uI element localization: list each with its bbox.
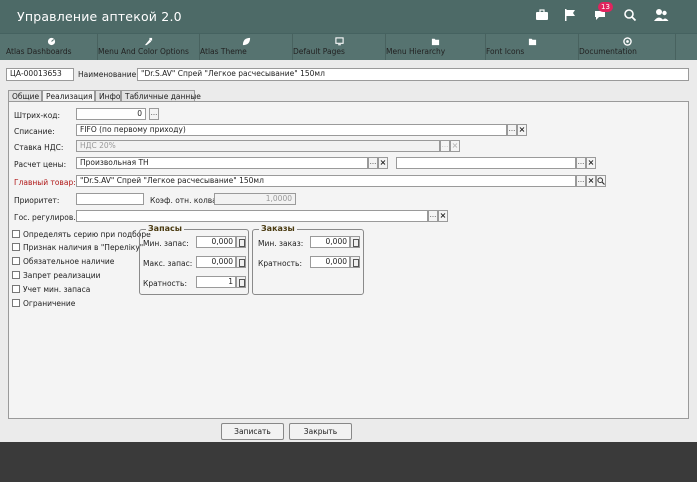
calculator-icon[interactable] (236, 276, 246, 288)
vat-field: НДС 20% (76, 140, 440, 152)
name-label: Наименование: (78, 70, 139, 79)
stocks-max-field[interactable]: 0,000 (196, 256, 236, 268)
orders-mult-label: Кратность: (258, 259, 302, 268)
top-bar: Управление аптекой 2.0 13 (0, 0, 697, 33)
checkbox-label: Определять серию при подборе (23, 230, 151, 239)
main-product-field[interactable]: "Dr.S.AV" Спрей "Легкое расчесывание" 15… (76, 175, 576, 187)
vat-select-button: ... (440, 140, 450, 152)
brush-icon (144, 37, 153, 46)
coef-label: Коэф. отн. колва (150, 196, 217, 205)
checkbox-label: Ограничение (23, 299, 76, 308)
code-field[interactable]: ЦА-00013653 (6, 68, 74, 81)
calculator-icon[interactable] (236, 256, 246, 268)
main-product-label: Главный товар: (14, 178, 76, 187)
barcode-field[interactable]: 0 (76, 108, 146, 120)
checkbox-restriction[interactable] (12, 299, 20, 307)
footer-bar (0, 442, 697, 482)
name-field[interactable]: "Dr.S.AV" Спрей "Легкое расчесывание" 15… (137, 68, 689, 81)
price-field-2[interactable] (396, 157, 576, 169)
menu-atlas-dashboards[interactable]: Atlas Dashboards (6, 34, 98, 61)
checkbox-detect-series[interactable] (12, 230, 20, 238)
menu-color-options[interactable]: Menu And Color Options (98, 34, 200, 61)
orders-min-field[interactable]: 0,000 (310, 236, 350, 248)
dashboard-icon (47, 37, 56, 46)
calculator-icon[interactable] (236, 236, 246, 248)
checkbox-presence-list[interactable] (12, 243, 20, 251)
briefcase-icon[interactable] (535, 8, 551, 24)
writeoff-label: Списание: (14, 127, 55, 136)
price2-clear-button[interactable]: × (586, 157, 596, 169)
monitor-icon (334, 37, 344, 46)
gov-select-button[interactable]: ... (428, 210, 438, 222)
writeoff-clear-button[interactable]: × (517, 124, 527, 136)
checkbox-label: Признак наличия в "Переліку" (23, 243, 144, 252)
app-title: Управление аптекой 2.0 (17, 9, 182, 24)
stocks-title: Запасы (146, 224, 184, 233)
barcode-label: Штрих-код: (14, 111, 60, 120)
menu-atlas-theme[interactable]: Atlas Theme (200, 34, 293, 61)
folder-icon (528, 38, 536, 46)
checkbox-sale-ban[interactable] (12, 271, 20, 279)
price2-select-button[interactable]: ... (576, 157, 586, 169)
gov-field[interactable] (76, 210, 428, 222)
vat-label: Ставка НДС: (14, 143, 64, 152)
menu-default-pages[interactable]: Default Pages (293, 34, 386, 61)
menu-hierarchy[interactable]: Menu Hierarchy (386, 34, 486, 61)
folder-icon (431, 38, 440, 46)
checkbox-label: Обязательное наличие (23, 257, 115, 266)
close-button[interactable]: Закрыть (289, 423, 352, 440)
save-button[interactable]: Записать (221, 423, 284, 440)
menu-font-icons[interactable]: Font Icons (486, 34, 579, 61)
price-field[interactable]: Произвольная ТН (76, 157, 368, 169)
checkbox-min-stock[interactable] (12, 285, 20, 293)
stocks-max-label: Макс. запас: (143, 259, 193, 268)
notifications-icon[interactable]: 13 (593, 2, 613, 24)
checkbox-mandatory[interactable] (12, 257, 20, 265)
stocks-mult-label: Кратность: (143, 279, 187, 288)
orders-min-label: Мин. заказ: (258, 239, 304, 248)
gov-clear-button[interactable]: × (438, 210, 448, 222)
menu-bar: Atlas Dashboards Menu And Color Options … (0, 33, 697, 61)
orders-mult-field[interactable]: 0,000 (310, 256, 350, 268)
price-select-button[interactable]: ... (368, 157, 378, 169)
menu-documentation[interactable]: Documentation (579, 34, 676, 61)
search-icon[interactable] (623, 8, 639, 24)
notification-badge: 13 (598, 2, 613, 12)
search-icon (597, 177, 605, 185)
writeoff-field[interactable]: FIFO (по первому приходу) (76, 124, 507, 136)
orders-title: Заказы (259, 224, 297, 233)
calculator-icon[interactable] (350, 236, 360, 248)
help-icon (622, 37, 632, 46)
price-clear-button[interactable]: × (378, 157, 388, 169)
flag-icon[interactable] (563, 8, 579, 24)
main-product-search-button[interactable] (596, 175, 606, 187)
stocks-min-field[interactable]: 0,000 (196, 236, 236, 248)
stocks-mult-field[interactable]: 1 (196, 276, 236, 288)
barcode-select-button[interactable]: ... (149, 108, 159, 120)
coef-field: 1,0000 (214, 193, 296, 205)
gov-label: Гос. регулиров.: (14, 213, 79, 222)
main-product-select-button[interactable]: ... (576, 175, 586, 187)
leaf-icon (242, 37, 250, 46)
checkbox-label: Запрет реализации (23, 271, 101, 280)
price-label: Расчет цены: (14, 160, 67, 169)
users-icon[interactable] (653, 8, 669, 24)
priority-label: Приоритет: (14, 196, 60, 205)
calculator-icon[interactable] (350, 256, 360, 268)
main-product-clear-button[interactable]: × (586, 175, 596, 187)
vat-clear-button: × (450, 140, 460, 152)
priority-field[interactable] (76, 193, 144, 205)
writeoff-select-button[interactable]: ... (507, 124, 517, 136)
stocks-min-label: Мин. запас: (143, 239, 189, 248)
checkbox-label: Учет мин. запаса (23, 285, 91, 294)
